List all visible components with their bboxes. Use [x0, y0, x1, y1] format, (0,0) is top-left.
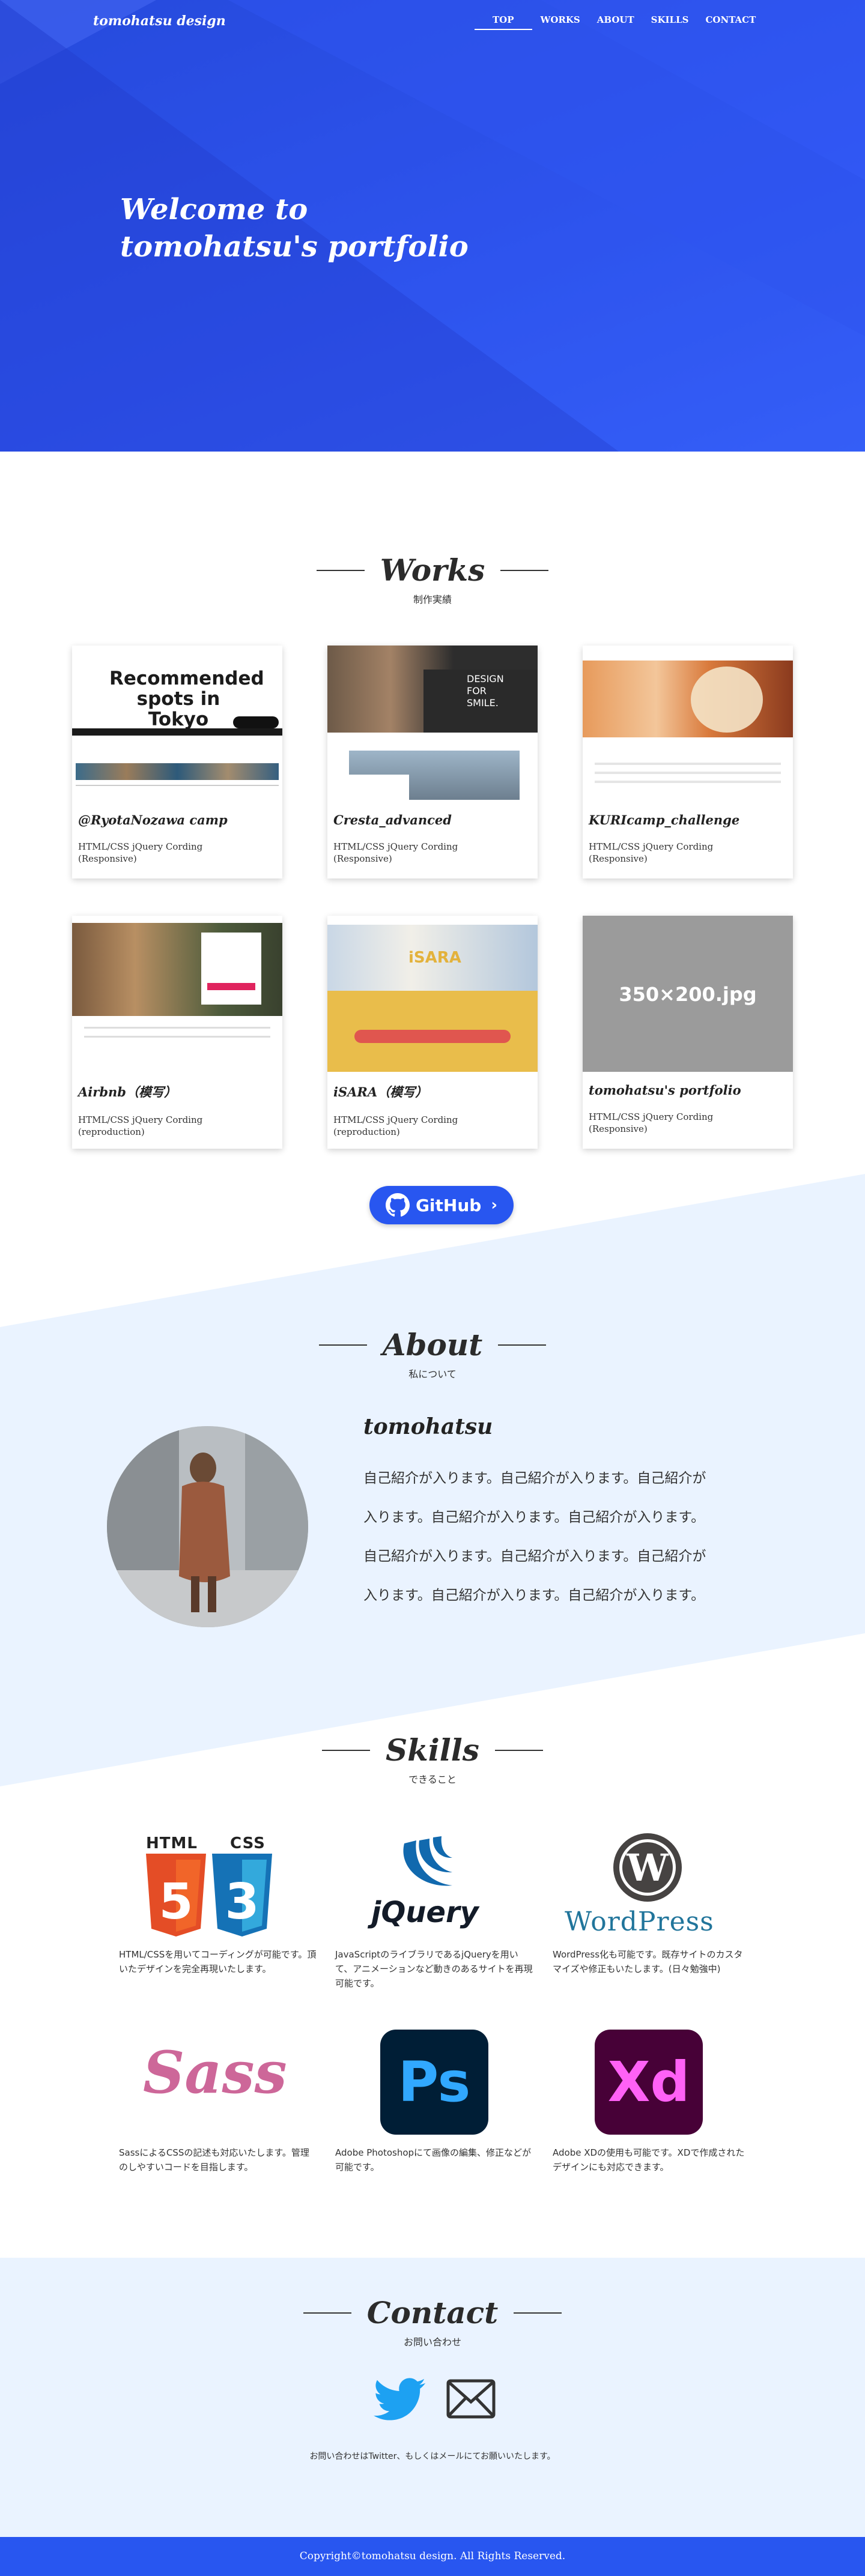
work-title: Airbnb（模写）: [78, 1084, 177, 1099]
work-desc: HTML/CSS jQuery Cording (Responsive): [589, 841, 714, 864]
thumb-text: DESIGN FOR SMILE.: [467, 673, 504, 709]
about-heading: About 私について: [0, 1327, 865, 1380]
nav-about[interactable]: ABOUT: [589, 14, 643, 30]
hero-title: Welcome to tomohatsu's portfolio: [120, 191, 601, 265]
nav-contact[interactable]: CONTACT: [697, 14, 764, 30]
works-title: Works: [317, 552, 549, 588]
github-button[interactable]: GitHub ›: [369, 1186, 514, 1224]
skill-photoshop: Ps Adobe Photoshopにて画像の編集、修正などが可能です。: [335, 2027, 533, 2174]
skill-text: WordPress化も可能です。既存サイトのカスタマイズや修正もいたします。(日…: [553, 1949, 743, 1974]
work-thumbnail: iSARA: [327, 916, 538, 1072]
works-subtitle: 制作実績: [413, 594, 452, 605]
works-heading: Works 制作実績: [0, 552, 865, 606]
mail-icon[interactable]: [446, 2379, 496, 2419]
sass-icon: Sass: [143, 2039, 287, 2106]
avatar: [107, 1426, 308, 1627]
chevron-right-icon: ›: [491, 1196, 498, 1214]
work-desc: HTML/CSS jQuery Cording (Responsive): [333, 841, 458, 864]
contact-title: Contact: [303, 2295, 562, 2330]
twitter-icon[interactable]: [372, 2378, 426, 2421]
skills-subtitle: できること: [408, 1774, 457, 1785]
github-icon: [385, 1193, 410, 1217]
work-title: KURIcamp_challenge: [589, 812, 740, 827]
about-title: About: [319, 1327, 547, 1362]
skill-html-css: HTML CSS 5 3 HTML/CSSを用いてコーディングが可能です。頂いた…: [119, 1828, 317, 1976]
adobe-xd-icon: Xd: [553, 2027, 751, 2141]
skill-text: Adobe XDの使用も可能です。XDで作成されたデザインにも対応できます。: [553, 2147, 745, 2172]
skill-text: HTML/CSSを用いてコーディングが可能です。頂いたデザインを完全再現いたしま…: [119, 1949, 317, 1974]
work-card-isara[interactable]: iSARA iSARA（模写） HTML/CSS jQuery Cording(…: [327, 916, 538, 1149]
work-title: iSARA（模写）: [333, 1084, 428, 1099]
work-card-kuri[interactable]: KURIcamp_challenge HTML/CSS jQuery Cordi…: [583, 646, 793, 878]
work-desc: HTML/CSS jQuery Cording (Responsive): [589, 1111, 714, 1134]
work-card-ryota[interactable]: Recommended spots in Tokyo @RyotaNozawa …: [72, 646, 282, 878]
footer-copyright: Copyright©tomohatsu design. All Rights R…: [0, 2537, 865, 2576]
skill-text: SassによるCSSの記述も対応いたします。管理のしやすいコードを目指します。: [119, 2147, 309, 2172]
work-desc: HTML/CSS jQuery Cording (reproduction): [333, 1114, 458, 1137]
work-desc: HTML/CSS jQuery Cording (reproduction): [78, 1114, 203, 1137]
work-title: Cresta_advanced: [333, 812, 452, 827]
work-title: tomohatsu's portfolio: [589, 1083, 741, 1098]
skill-text: Adobe Photoshopにて画像の編集、修正などが可能です。: [335, 2147, 532, 2172]
thumb-text: iSARA: [408, 949, 461, 967]
nav-top[interactable]: TOP: [475, 14, 532, 30]
about-name: tomohatsu: [363, 1414, 493, 1439]
html5-css3-icon: HTML CSS 5 3: [119, 1828, 317, 1943]
thumb-text: 350×200.jpg: [619, 983, 757, 1006]
svg-text:W: W: [626, 1846, 669, 1890]
photoshop-icon: Ps: [335, 2027, 533, 2141]
work-thumbnail: Recommended spots in Tokyo: [72, 646, 282, 802]
skill-xd: Xd Adobe XDの使用も可能です。XDで作成されたデザインにも対応できます…: [553, 2027, 751, 2174]
contact-subtitle: お問い合わせ: [403, 2336, 461, 2348]
svg-text:3: 3: [225, 1873, 259, 1930]
main-nav: TOP WORKS ABOUT SKILLS CONTACT: [475, 14, 764, 30]
skills-title: Skills: [322, 1732, 543, 1768]
skill-jquery: jQuery JavaScriptのライブラリであるjQueryを用いて、アニメ…: [335, 1828, 533, 1991]
contact-text: お問い合わせはTwitter、もしくはメールにてお願いいたします。: [309, 2452, 556, 2461]
wordpress-icon: W WordPress: [553, 1828, 751, 1943]
work-thumbnail: 350×200.jpg: [583, 916, 793, 1072]
hero-section: tomohatsu design TOP WORKS ABOUT SKILLS …: [0, 0, 865, 452]
thumb-text: Recommended spots in Tokyo: [109, 668, 264, 730]
hero-title-line2: tomohatsu's portfolio: [120, 230, 469, 264]
about-subtitle: 私について: [408, 1368, 457, 1380]
work-thumbnail: DESIGN FOR SMILE.: [327, 646, 538, 802]
skill-wordpress: W WordPress WordPress化も可能です。既存サイトのカスタマイズ…: [553, 1828, 751, 1976]
skill-sass: Sass SassによるCSSの記述も対応いたします。管理のしやすいコードを目指…: [119, 2027, 317, 2174]
work-card-cresta[interactable]: DESIGN FOR SMILE. Cresta_advanced HTML/C…: [327, 646, 538, 878]
github-label: GitHub: [415, 1195, 482, 1215]
work-card-airbnb[interactable]: Airbnb（模写） HTML/CSS jQuery Cording (repro…: [72, 916, 282, 1149]
hero-title-line1: Welcome to: [120, 193, 308, 226]
site-logo[interactable]: tomohatsu design: [93, 13, 226, 29]
nav-works[interactable]: WORKS: [532, 14, 589, 30]
svg-text:5: 5: [159, 1873, 193, 1930]
work-card-portfolio[interactable]: 350×200.jpg tomohatsu's portfolio HTML/C…: [583, 916, 793, 1149]
contact-heading: Contact お問い合わせ: [0, 2295, 865, 2348]
skill-text: JavaScriptのライブラリであるjQueryを用いて、アニメーションなど動…: [335, 1949, 533, 1989]
work-desc: HTML/CSS jQuery Cording (Responsive): [78, 841, 203, 864]
jquery-icon: jQuery: [335, 1828, 533, 1943]
work-title: @RyotaNozawa camp: [78, 812, 228, 827]
nav-skills[interactable]: SKILLS: [643, 14, 697, 30]
skills-heading: Skills できること: [0, 1732, 865, 1786]
about-text: 自己紹介が入ります。自己紹介が入ります。自己紹介が入ります。自己紹介が入ります。…: [363, 1471, 706, 1603]
work-thumbnail: [583, 646, 793, 802]
work-thumbnail: [72, 916, 282, 1072]
